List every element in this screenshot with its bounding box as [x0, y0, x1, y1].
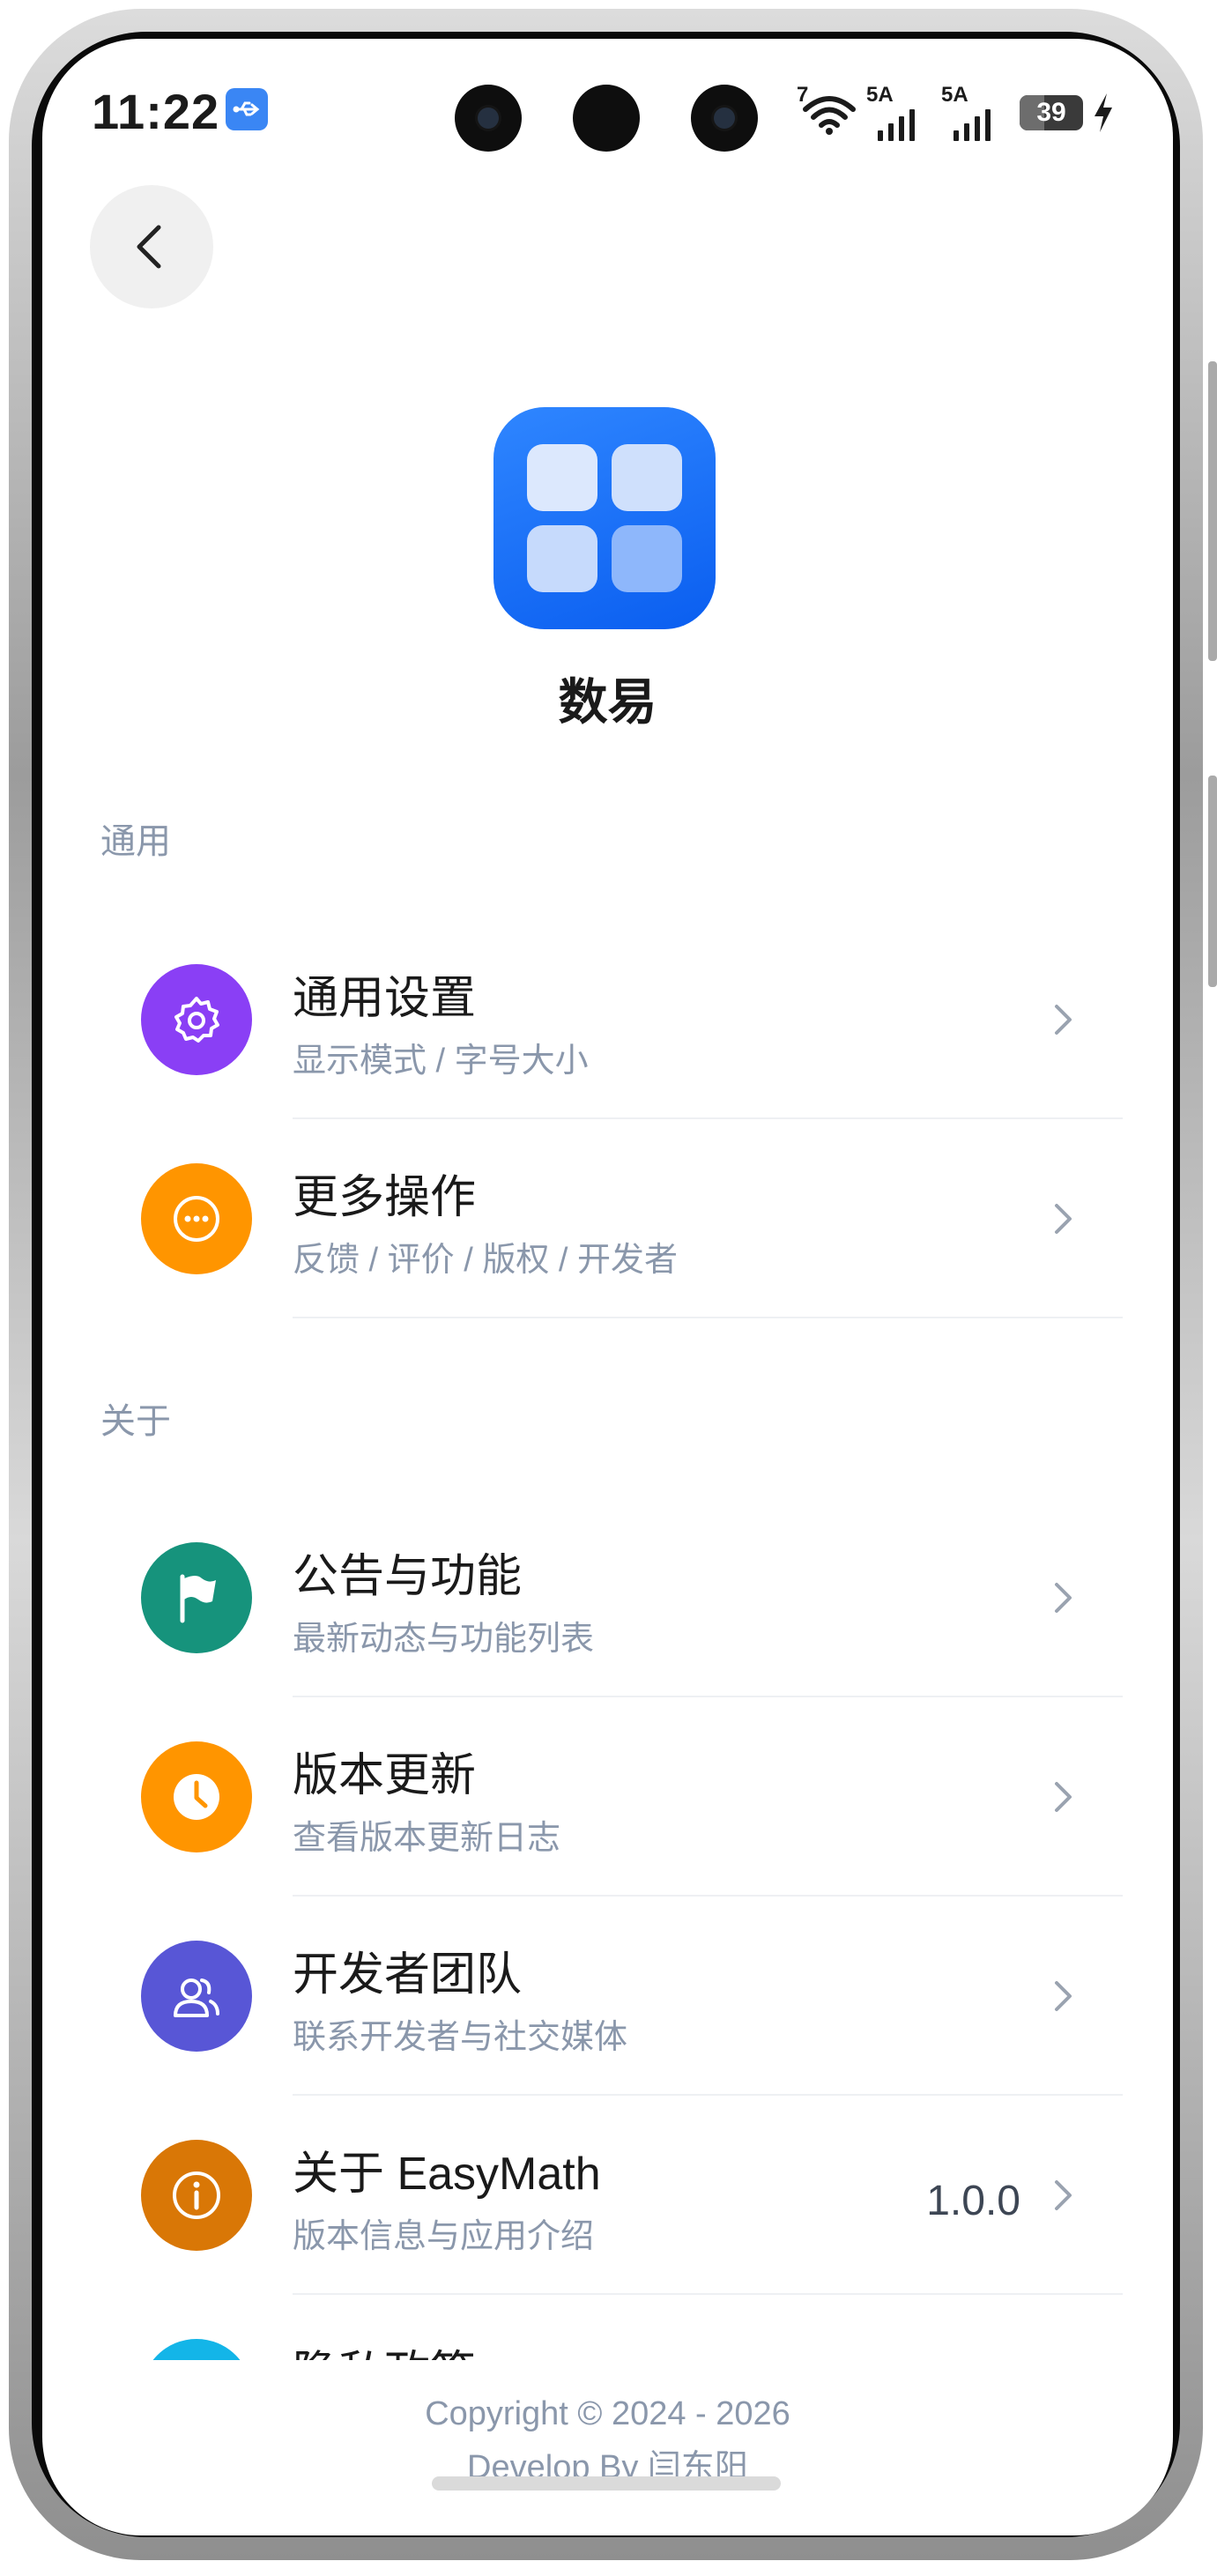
battery-icon: 39 [1020, 95, 1083, 130]
clock-icon [141, 1741, 252, 1852]
shield-icon [141, 2339, 252, 2360]
sim2-label: 5A [941, 83, 968, 107]
front-camera [455, 85, 522, 152]
divider [293, 1317, 1123, 1318]
back-button[interactable] [90, 185, 213, 308]
app-name: 数易 [558, 674, 657, 730]
settings-row-developer-team[interactable]: 开发者团队 联系开发者与社交媒体 [92, 1897, 1123, 2096]
flag-icon [141, 1542, 252, 1653]
row-subtitle: 版本信息与应用介绍 [293, 2218, 595, 2255]
row-subtitle: 查看版本更新日志 [293, 1820, 561, 1857]
settings-row-about-easymath[interactable]: 关于 EasyMath 版本信息与应用介绍 1.0.0 [92, 2096, 1123, 2295]
row-title: 关于 EasyMath [293, 2149, 601, 2200]
row-subtitle: 联系开发者与社交媒体 [293, 2019, 628, 2056]
battery-level: 39 [1036, 98, 1066, 127]
front-camera [691, 85, 758, 152]
chevron-right-icon [1055, 1981, 1072, 2011]
row-subtitle: 最新动态与功能列表 [293, 1621, 595, 1658]
row-subtitle: 显示模式 / 字号大小 [293, 1043, 589, 1080]
row-title: 通用设置 [293, 973, 477, 1024]
row-title: 更多操作 [293, 1172, 477, 1223]
info-icon [141, 2140, 252, 2251]
wifi-icon [803, 96, 856, 135]
settings-row-announcements[interactable]: 公告与功能 最新动态与功能列表 [92, 1498, 1123, 1697]
chevron-left-icon [137, 225, 161, 269]
row-title: 开发者团队 [293, 1949, 523, 2001]
scroll-clip: 隐私政策 [42, 2295, 1173, 2360]
signal-icon [878, 106, 931, 141]
status-time: 11:22 [92, 84, 220, 139]
row-title: 版本更新 [293, 1750, 477, 1801]
volume-button [1208, 361, 1217, 661]
gear-icon [141, 964, 252, 1075]
signal-icon [954, 106, 1006, 141]
app-version: 1.0.0 [926, 2178, 1020, 2224]
team-icon [141, 1941, 252, 2052]
home-indicator[interactable] [432, 2476, 781, 2491]
chevron-right-icon [1055, 1005, 1072, 1035]
power-button [1208, 776, 1217, 987]
app-logo [493, 407, 716, 629]
screen: 11:22 7 5A 5A 39 数易 通用 通用设置 显示模式 / 字号大小 … [42, 39, 1173, 2535]
row-title: 隐私政策 [293, 2335, 476, 2360]
more-dots-icon [141, 1163, 252, 1274]
usb-icon [226, 88, 268, 130]
chevron-right-icon [1055, 1204, 1072, 1234]
settings-row-more-actions[interactable]: 更多操作 反馈 / 评价 / 版权 / 开发者 [92, 1119, 1123, 1318]
row-subtitle: 反馈 / 评价 / 版权 / 开发者 [293, 1242, 679, 1279]
section-label-about: 关于 [100, 1402, 171, 1441]
section-label-general: 通用 [100, 822, 171, 861]
copyright-text: Copyright © 2024 - 2026 [425, 2395, 790, 2432]
settings-row-general[interactable]: 通用设置 显示模式 / 字号大小 [92, 920, 1123, 1119]
chevron-right-icon [1055, 1583, 1072, 1613]
chevron-right-icon [1055, 2180, 1072, 2210]
camera-sensor [573, 85, 640, 152]
row-title: 公告与功能 [293, 1551, 523, 1602]
charging-icon [1095, 93, 1112, 132]
settings-row-version-update[interactable]: 版本更新 查看版本更新日志 [92, 1697, 1123, 1897]
settings-row-privacy-policy[interactable]: 隐私政策 [92, 2295, 1123, 2360]
sim1-label: 5A [866, 83, 894, 107]
chevron-right-icon [1055, 1782, 1072, 1812]
